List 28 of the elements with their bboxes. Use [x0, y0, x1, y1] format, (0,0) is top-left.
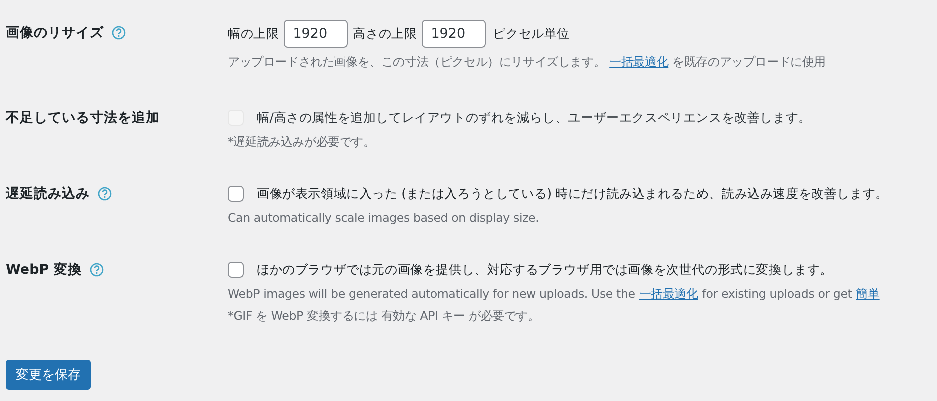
- unit-label: ピクセル単位: [493, 25, 570, 43]
- setting-label: WebP 変換: [6, 261, 82, 280]
- description-text: *遅延読み込みが必要です。: [228, 134, 376, 150]
- setting-label: 画像のリサイズ: [6, 24, 104, 43]
- description-text: WebP images will be generated automatically for new uploads. Use the: [228, 287, 636, 301]
- field-label: 幅の上限: [228, 25, 280, 43]
- bulk-link[interactable]: 一括最適化: [610, 55, 669, 69]
- field-label: 高さの上限: [353, 25, 418, 43]
- description-text: Can automatically scale images based on display size.: [228, 210, 540, 226]
- input-field[interactable]: 1920: [284, 20, 348, 48]
- description-text: *GIF を WebP 変換するには 有効な API キー が必要です。: [228, 308, 541, 324]
- input-field[interactable]: 1920: [422, 20, 486, 48]
- bulk-link[interactable]: 簡単: [856, 287, 880, 301]
- setting-label: 遅延読み込み: [6, 185, 90, 204]
- checkbox-label: 幅/高さの属性を追加してレイアウトのずれを減らし、ユーザーエクスペリエンスを改善します。: [257, 109, 812, 127]
- help-icon[interactable]: [98, 187, 112, 201]
- save-button[interactable]: 変更を保存: [6, 360, 91, 390]
- bulk-link[interactable]: 一括最適化: [639, 287, 698, 301]
- setting-label: 不足している寸法を追加: [6, 109, 160, 128]
- description-text: for existing uploads or get: [702, 287, 852, 301]
- help-icon[interactable]: [112, 26, 126, 40]
- description-text: アップロードされた画像を、この寸法（ピクセル）にリサイズします。: [228, 55, 606, 69]
- checkbox[interactable]: [228, 262, 244, 278]
- checkbox-label: ほかのブラウザでは元の画像を提供し、対応するブラウザ用では画像を次世代の形式に変換します。: [257, 261, 834, 279]
- help-icon[interactable]: [90, 263, 104, 277]
- checkbox-label: 画像が表示領域に入った (または入ろうとしている) 時にだけ読み込まれるため、読み込み速度を改善します。: [257, 185, 888, 203]
- description-text: を既存のアップロードに使用: [672, 55, 826, 69]
- checkbox[interactable]: [228, 186, 244, 202]
